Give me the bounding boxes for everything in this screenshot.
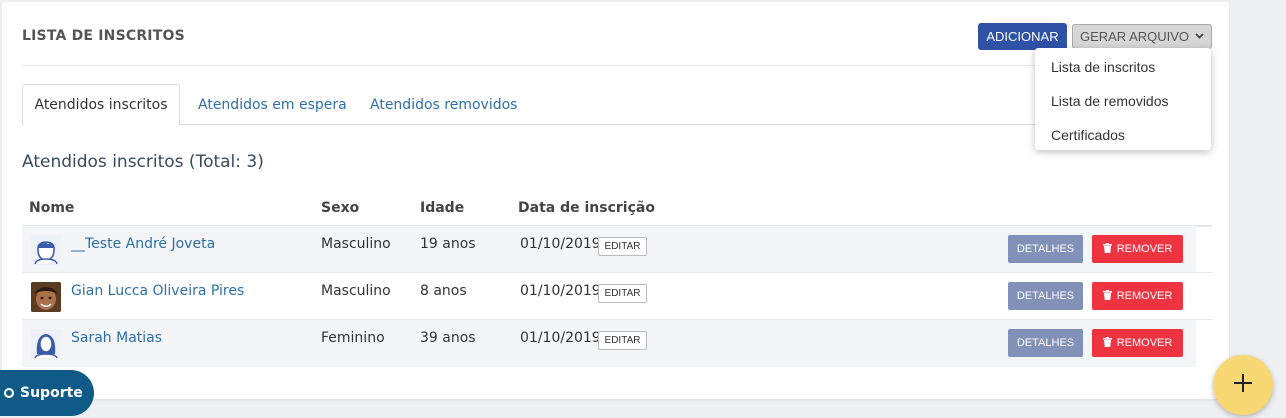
remove-label: REMOVER xyxy=(1116,290,1173,302)
sex-cell: Masculino xyxy=(321,236,391,252)
section-title: Atendidos inscritos (Total: 3) xyxy=(22,152,264,172)
remove-button[interactable]: REMOVER xyxy=(1092,282,1183,310)
column-header-sex: Sexo xyxy=(321,200,360,216)
trash-icon xyxy=(1102,336,1112,350)
plus-icon xyxy=(1233,373,1253,397)
add-button[interactable]: ADICIONAR xyxy=(978,23,1067,50)
menu-item-certificates[interactable]: Certificados xyxy=(1035,118,1211,152)
menu-item-subscribers-list[interactable]: Lista de inscritos xyxy=(1035,50,1211,84)
female-avatar-icon xyxy=(31,329,61,359)
details-button[interactable]: DETALHES xyxy=(1008,282,1083,310)
edit-date-button[interactable]: EDITAR xyxy=(598,284,647,303)
details-button[interactable]: DETALHES xyxy=(1008,329,1083,357)
remove-label: REMOVER xyxy=(1116,337,1173,349)
male-avatar-icon xyxy=(31,235,61,265)
header-divider xyxy=(22,65,1210,66)
date-cell: 01/10/2019 xyxy=(520,330,601,346)
column-header-date: Data de inscrição xyxy=(518,200,655,216)
chevron-down-icon xyxy=(1195,31,1204,42)
sex-cell: Feminino xyxy=(321,330,385,346)
remove-button[interactable]: REMOVER xyxy=(1092,235,1183,263)
support-button[interactable]: Suporte xyxy=(0,370,94,416)
date-cell: 01/10/2019 xyxy=(520,236,601,252)
table-row: Gian Lucca Oliveira Pires Masculino 8 an… xyxy=(22,273,1196,320)
age-cell: 39 anos xyxy=(420,330,476,346)
profile-photo xyxy=(31,282,61,312)
remove-label: REMOVER xyxy=(1116,243,1173,255)
table-row: Sarah Matias Feminino 39 anos 01/10/2019… xyxy=(22,320,1196,367)
age-cell: 19 anos xyxy=(420,236,476,252)
generate-file-menu: Lista de inscritos Lista de removidos Ce… xyxy=(1035,48,1211,150)
page-title: LISTA DE INSCRITOS xyxy=(22,28,185,44)
column-header-name: Nome xyxy=(29,200,75,216)
details-button[interactable]: DETALHES xyxy=(1008,235,1083,263)
add-fab-button[interactable] xyxy=(1213,355,1273,415)
edit-date-button[interactable]: EDITAR xyxy=(598,331,647,350)
age-cell: 8 anos xyxy=(420,283,467,299)
menu-item-removed-list[interactable]: Lista de removidos xyxy=(1035,84,1211,118)
column-header-age: Idade xyxy=(420,200,465,216)
sex-cell: Masculino xyxy=(321,283,391,299)
edit-date-button[interactable]: EDITAR xyxy=(598,237,647,256)
table-row: __Teste André Joveta Masculino 19 anos 0… xyxy=(22,226,1196,273)
generate-file-button[interactable]: GERAR ARQUIVO xyxy=(1072,24,1212,49)
date-cell: 01/10/2019 xyxy=(520,283,601,299)
tab-waiting[interactable]: Atendidos em espera xyxy=(198,84,347,125)
trash-icon xyxy=(1102,242,1112,256)
subscriber-name-link[interactable]: Gian Lucca Oliveira Pires xyxy=(71,283,244,299)
tab-subscribed[interactable]: Atendidos inscritos xyxy=(22,84,180,126)
tab-bar: Atendidos inscritos Atendidos em espera … xyxy=(22,84,1210,126)
remove-button[interactable]: REMOVER xyxy=(1092,329,1183,357)
support-label: Suporte xyxy=(20,385,83,401)
generate-file-label: GERAR ARQUIVO xyxy=(1079,29,1190,44)
subscriber-name-link[interactable]: __Teste André Joveta xyxy=(71,236,215,252)
subscriber-name-link[interactable]: Sarah Matias xyxy=(71,330,162,346)
tab-removed[interactable]: Atendidos removidos xyxy=(370,84,517,125)
chat-icon xyxy=(4,388,14,398)
trash-icon xyxy=(1102,289,1112,303)
